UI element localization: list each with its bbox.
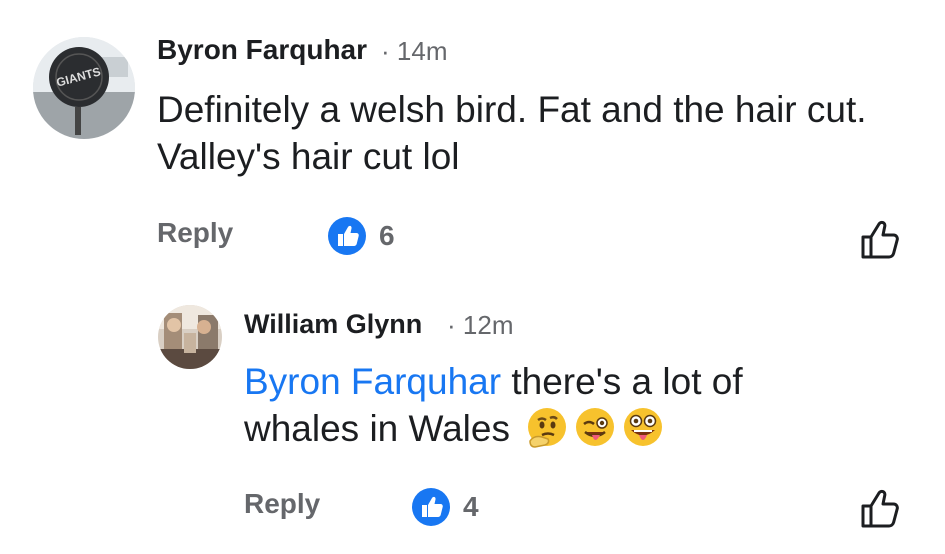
like-button[interactable]: [858, 218, 902, 267]
reply-button[interactable]: Reply: [244, 488, 320, 520]
thinking-face-emoji-icon: [528, 408, 567, 449]
emoji-group: [524, 405, 666, 451]
avatar[interactable]: [158, 305, 222, 369]
thumbs-up-outline-icon: [861, 220, 899, 259]
meta-separator: ·: [447, 310, 456, 340]
comment-author[interactable]: William Glynn: [244, 309, 422, 340]
thumbs-up-outline-icon: [861, 489, 899, 528]
avatar-image: [158, 305, 222, 369]
zany-face-emoji-icon: [624, 408, 663, 447]
reaction-summary[interactable]: 6: [327, 216, 395, 256]
avatar[interactable]: GIANTS: [33, 37, 135, 139]
comment-timestamp[interactable]: 14m: [397, 36, 448, 66]
reaction-count: 4: [463, 491, 479, 522]
reaction-summary[interactable]: 4: [411, 487, 479, 527]
meta-separator: ·: [381, 36, 390, 66]
like-button[interactable]: [858, 487, 902, 536]
mention-link[interactable]: Byron Farquhar: [244, 361, 501, 402]
reaction-count: 6: [379, 220, 395, 251]
comment-author[interactable]: Byron Farquhar: [157, 34, 367, 66]
reply-button[interactable]: Reply: [157, 217, 233, 249]
like-reaction-icon: [412, 488, 450, 526]
comment-timestamp[interactable]: 12m: [463, 310, 514, 340]
like-reaction-icon: [328, 217, 366, 255]
avatar-image: GIANTS: [33, 37, 135, 139]
comment-text: Definitely a welsh bird. Fat and the hai…: [157, 89, 867, 178]
winking-face-with-tongue-emoji-icon: [576, 408, 615, 447]
comment-text: Byron Farquhar there's a lot of whales i…: [244, 358, 834, 453]
